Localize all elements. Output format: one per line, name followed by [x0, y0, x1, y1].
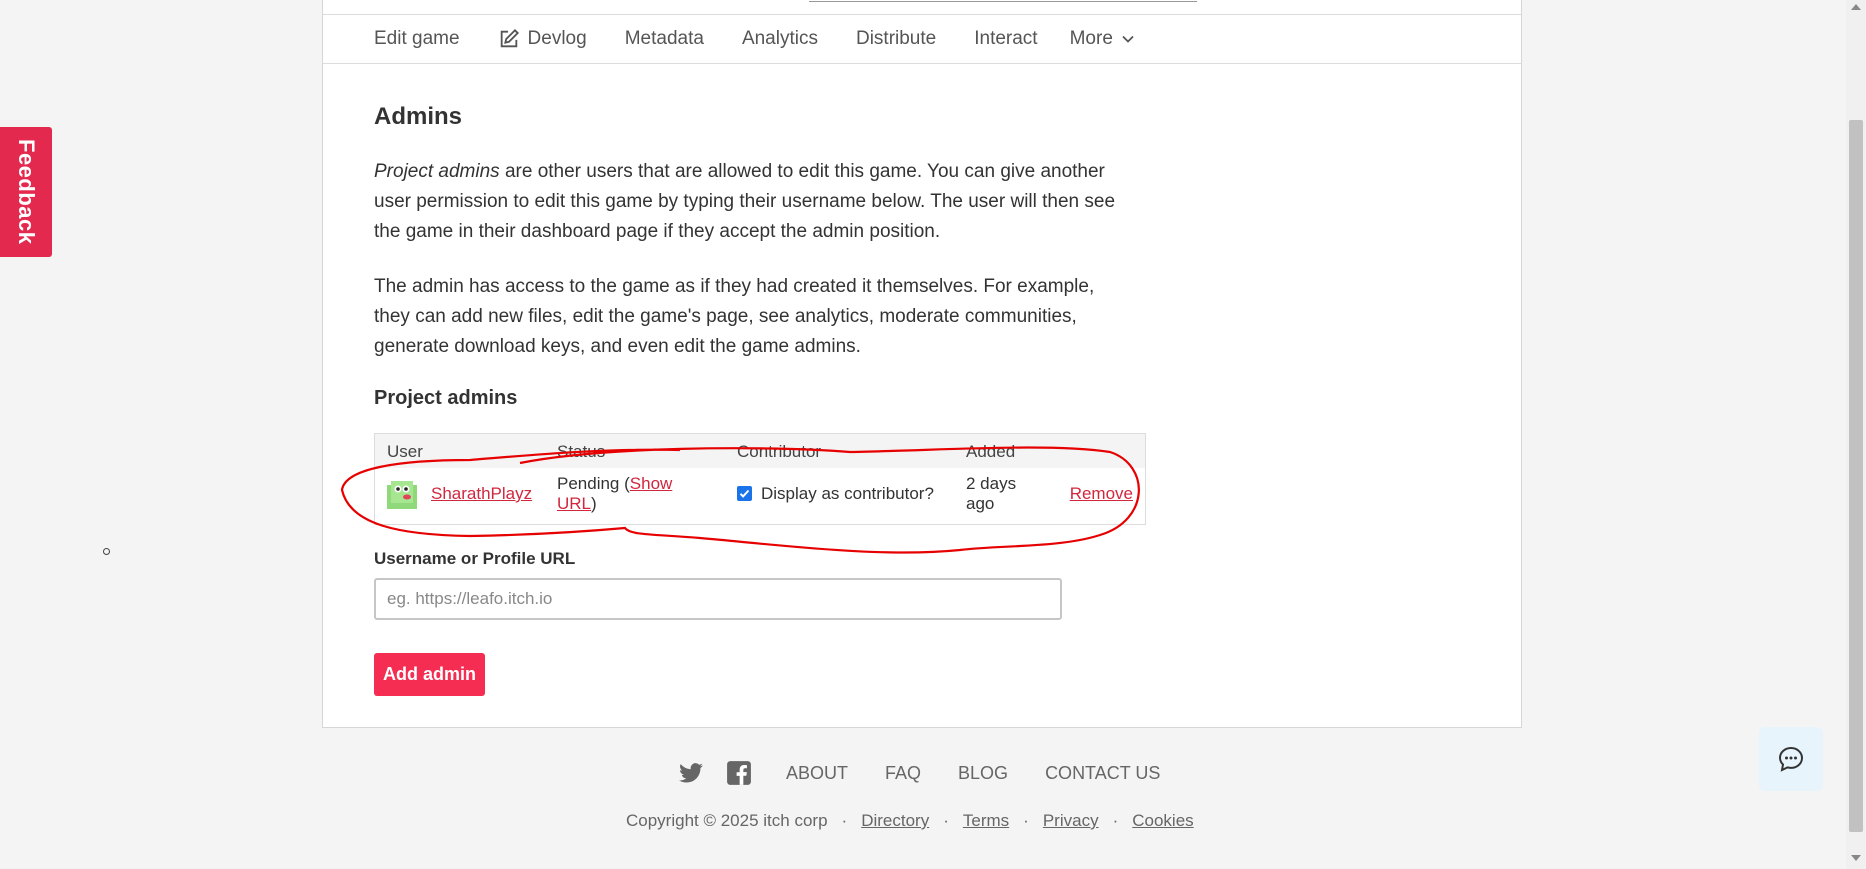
- cell-actions: Remove: [1058, 468, 1146, 525]
- remove-admin-link[interactable]: Remove: [1070, 484, 1133, 503]
- avatar: [387, 481, 417, 509]
- feedback-label: Feedback: [14, 139, 39, 245]
- separator: ·: [1112, 811, 1119, 830]
- contributor-checkbox[interactable]: [737, 486, 752, 502]
- edit-icon: [500, 28, 519, 48]
- footer-copyright: Copyright © 2025 itch corp · Directory ·…: [626, 811, 1194, 831]
- status-suffix: ): [591, 494, 597, 513]
- status-prefix: Pending (: [557, 474, 630, 493]
- scroll-up-arrow[interactable]: [1851, 4, 1861, 10]
- tab-more-label: More: [1069, 28, 1113, 49]
- add-admin-button[interactable]: Add admin: [374, 653, 485, 696]
- footer-link-contact[interactable]: CONTACT US: [1045, 763, 1160, 784]
- footer-link-about[interactable]: ABOUT: [786, 763, 848, 784]
- cell-user: SharathPlayz: [375, 468, 546, 525]
- page-scrollbar[interactable]: [1846, 0, 1866, 869]
- chat-icon: [1778, 746, 1804, 772]
- header-actions: [1057, 433, 1146, 468]
- footer-link-blog[interactable]: BLOG: [958, 763, 1008, 784]
- page-title: Admins: [374, 103, 463, 130]
- access-paragraph: The admin has access to the game as if t…: [374, 276, 1095, 357]
- header-contributor: Contributor: [725, 433, 954, 468]
- footer-link-faq[interactable]: FAQ: [885, 763, 921, 784]
- check-icon: [739, 490, 750, 499]
- scrollbar-thumb[interactable]: [1849, 120, 1863, 832]
- tab-more[interactable]: More: [1070, 28, 1135, 50]
- tab-edit-game[interactable]: Edit game: [374, 28, 460, 50]
- admins-table: User Status Contributor Added SharathPla…: [374, 433, 1146, 525]
- footer-link-privacy[interactable]: Privacy: [1043, 811, 1099, 831]
- twitter-icon[interactable]: [678, 760, 704, 786]
- header-status: Status: [545, 433, 725, 468]
- tab-analytics-label: Analytics: [741, 28, 818, 49]
- tab-devlog-label: Devlog: [527, 28, 587, 49]
- game-nav-tabs: Edit game Devlog Metadata Analytics Dist…: [323, 14, 1521, 64]
- tab-analytics[interactable]: Analytics: [742, 28, 818, 50]
- separator: ·: [1023, 811, 1029, 830]
- chevron-down-icon: [1122, 35, 1134, 43]
- tab-distribute[interactable]: Distribute: [856, 28, 936, 50]
- tab-metadata-label: Metadata: [624, 28, 704, 49]
- contributor-label: Display as contributor?: [761, 483, 934, 503]
- username-input[interactable]: eg. https://leafo.itch.io: [374, 578, 1062, 620]
- intro-emphasis: Project admins: [374, 161, 500, 182]
- feedback-tab[interactable]: Feedback: [0, 127, 52, 257]
- cursor-marker: [103, 548, 110, 555]
- user-link[interactable]: SharathPlayz: [431, 484, 532, 504]
- cell-added: 2 days ago: [966, 474, 1017, 513]
- tab-interact[interactable]: Interact: [974, 28, 1037, 50]
- cell-contributor: Display as contributor?: [725, 468, 954, 525]
- tab-edit-game-label: Edit game: [374, 28, 460, 49]
- header-added: Added: [954, 433, 1058, 468]
- intro-paragraph: Project admins are other users that are …: [374, 157, 1119, 247]
- copyright-text: Copyright © 2025 itch corp: [626, 811, 828, 830]
- tab-interact-label: Interact: [974, 28, 1038, 49]
- username-placeholder: eg. https://leafo.itch.io: [387, 589, 553, 608]
- username-label: Username or Profile URL: [374, 549, 576, 568]
- separator: ·: [841, 811, 848, 830]
- facebook-icon[interactable]: [726, 760, 752, 786]
- section-title: Project admins: [374, 387, 518, 409]
- main-panel: Edit game Devlog Metadata Analytics Dist…: [322, 0, 1522, 728]
- footer-links: ABOUT FAQ BLOG CONTACT US: [678, 760, 1197, 786]
- cell-status: Pending (Show URL): [545, 468, 725, 525]
- footer-link-terms[interactable]: Terms: [963, 811, 1009, 831]
- footer-link-directory[interactable]: Directory: [861, 811, 929, 831]
- chat-button[interactable]: [1759, 727, 1823, 791]
- tab-distribute-label: Distribute: [855, 28, 937, 49]
- contributor-toggle[interactable]: Display as contributor?: [737, 484, 934, 504]
- scroll-down-arrow[interactable]: [1851, 855, 1861, 861]
- header-user: User: [374, 433, 545, 468]
- admins-content: Admins Project admins are other users th…: [374, 69, 1146, 696]
- table-row: SharathPlayz Pending (Show URL) Display …: [375, 468, 1146, 525]
- separator: ·: [943, 811, 949, 830]
- top-strip-links: [809, 0, 1197, 2]
- table-header-row: User Status Contributor Added: [374, 433, 1146, 468]
- footer-link-cookies[interactable]: Cookies: [1132, 811, 1193, 831]
- tab-devlog[interactable]: Devlog: [498, 28, 587, 50]
- tab-metadata[interactable]: Metadata: [625, 28, 704, 50]
